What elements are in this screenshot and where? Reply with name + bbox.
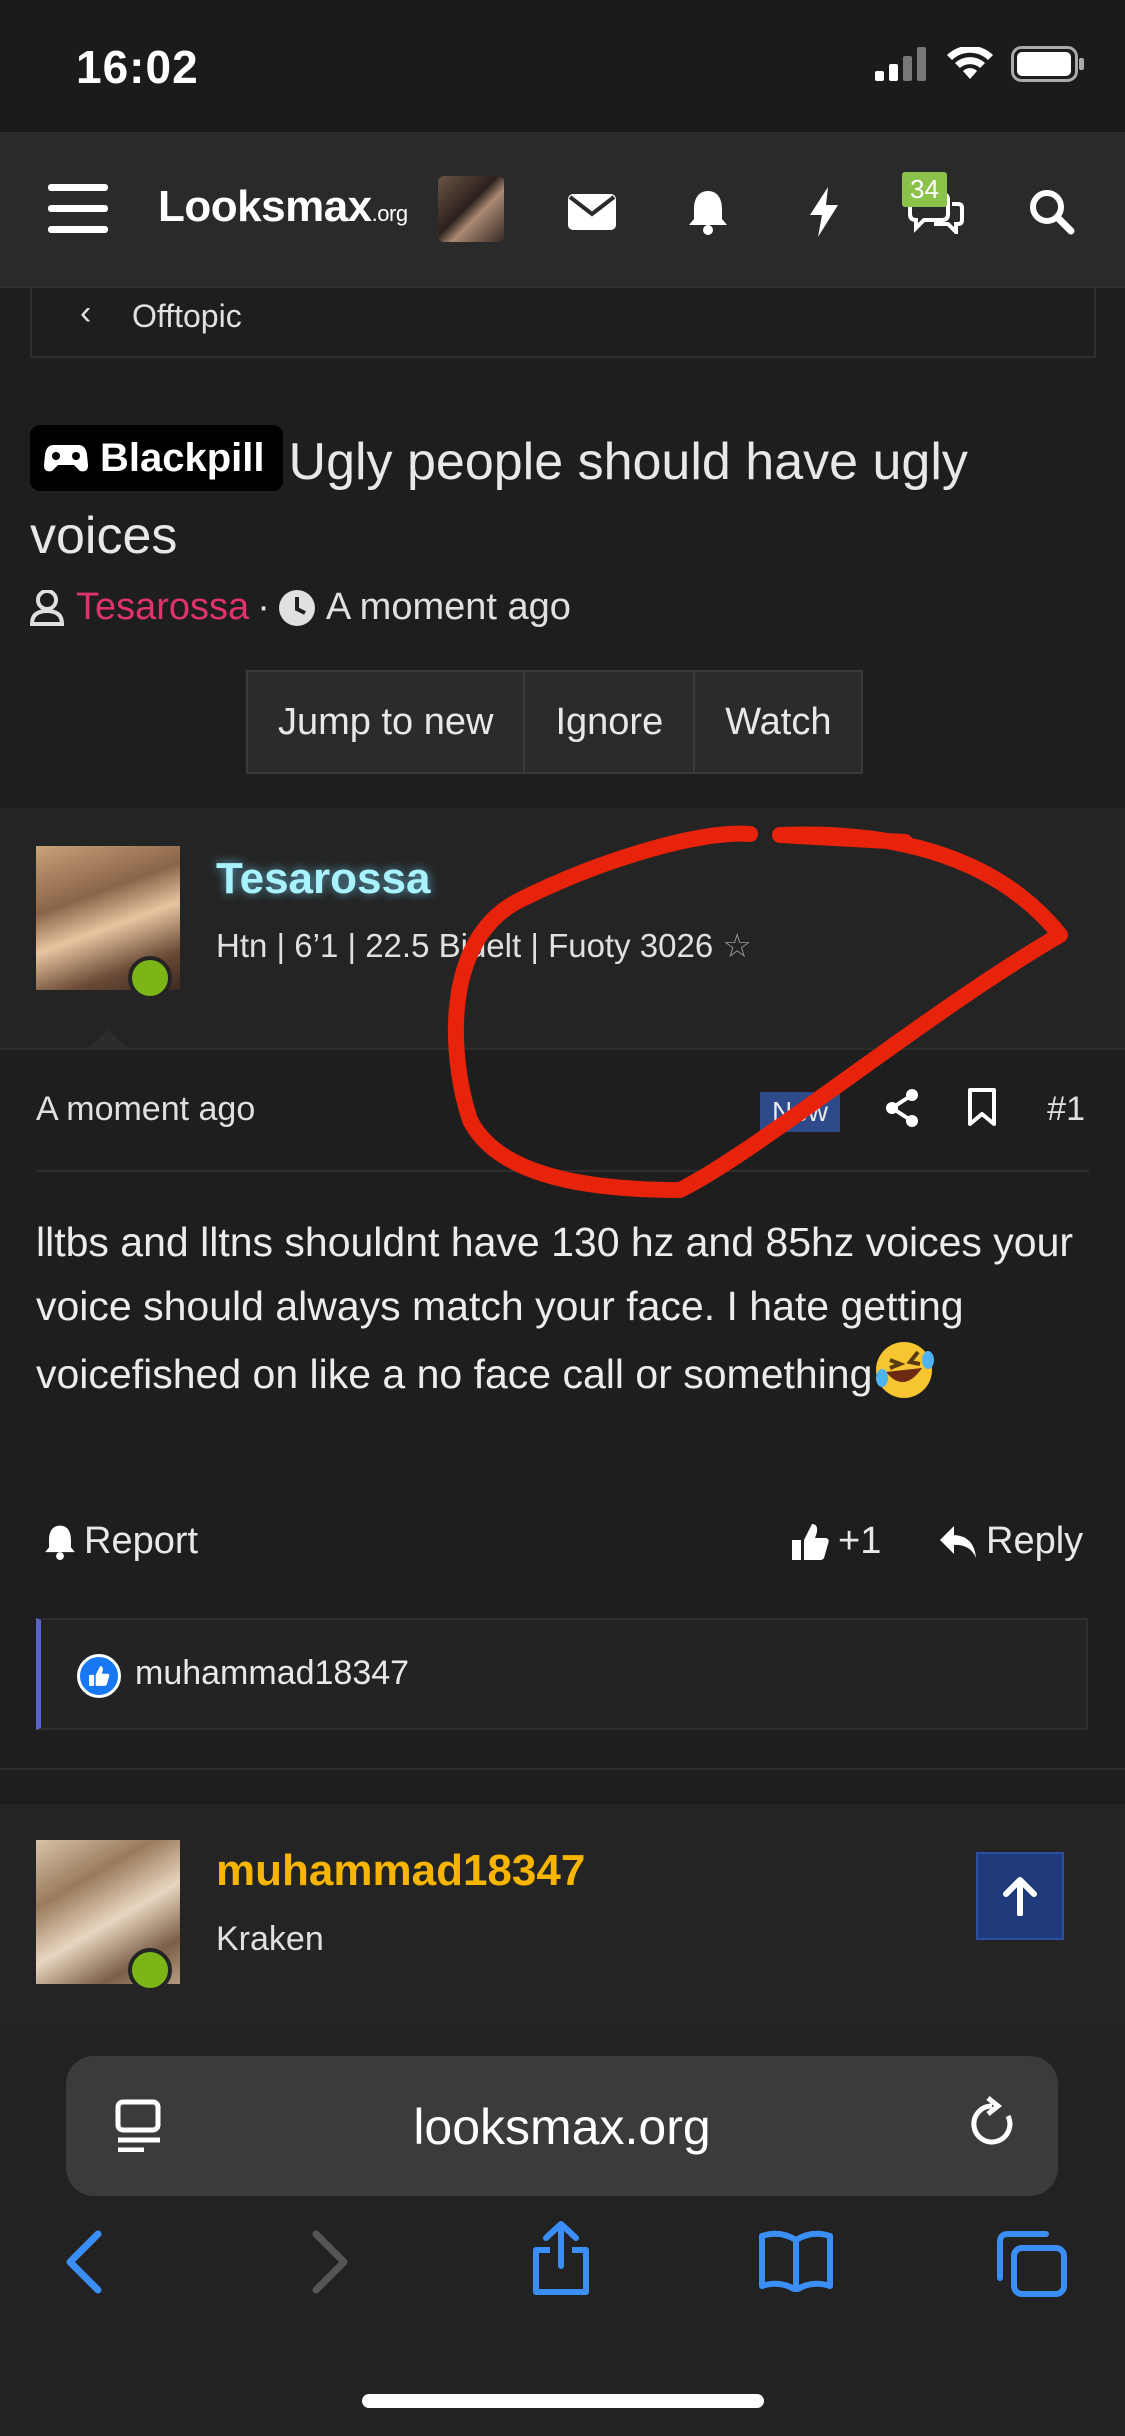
thread-author[interactable]: Tesarossa [76,586,249,629]
browser-toolbar [0,2221,1125,2330]
wifi-icon [947,47,993,79]
reply-button[interactable]: Reply [938,1520,1083,1563]
logo-suffix: .org [371,201,408,226]
jump-to-new-button[interactable]: Jump to new [246,670,526,774]
back-icon[interactable] [64,2230,104,2299]
post-username[interactable]: Tesarossa [216,854,430,904]
report-button[interactable]: Report [44,1520,198,1563]
breadcrumb[interactable]: ‹ Offtopic [30,288,1096,358]
browser-bottom-bar: looksmax.org [0,2030,1125,2436]
envelope-icon[interactable] [562,182,622,242]
post-time[interactable]: A moment ago [36,1090,255,1129]
bolt-icon[interactable] [794,182,854,242]
bookmarks-icon[interactable] [758,2230,834,2297]
meta-separator: · [257,586,270,628]
logo-main: Looksmax [158,182,372,231]
thumbs-up-icon [792,1523,829,1560]
thread-title-block: Blackpill Ugly people should have ugly v… [30,425,1090,573]
liker-username[interactable]: muhammad18347 [135,1654,409,1693]
battery-icon [1011,46,1084,82]
account-avatar[interactable] [438,176,504,242]
post-meta: A moment ago New #1 [0,1050,1125,1172]
post-meta-divider [36,1170,1089,1172]
thread-meta: Tesarossa · A moment ago [30,586,571,629]
signal-icon [875,47,926,81]
site-header: Looksmax.org 34 [0,132,1125,288]
tabs-icon[interactable] [996,2230,1068,2303]
like-reaction-icon [77,1654,121,1698]
scroll-to-top-button[interactable] [976,1852,1064,1940]
conversations-badge: 34 [902,172,947,207]
post2-user-block: muhammad18347 Kraken [0,1804,1125,2030]
gamepad-icon [44,445,88,472]
thread-time[interactable]: A moment ago [326,586,571,629]
rolling-laughing-emoji-icon [876,1342,935,1398]
online-indicator [128,1948,172,1992]
chevron-left-icon: ‹ [80,294,92,332]
divider [0,1768,1125,1770]
star-icon: ☆ [722,927,752,964]
post2-user-title: Kraken [216,1920,324,1958]
user-icon [30,589,64,626]
hamburger-icon[interactable] [48,184,108,234]
post-body: lltbs and lltns shouldnt have 130 hz and… [36,1210,1096,1406]
share-sheet-icon[interactable] [530,2220,592,2301]
reload-icon[interactable] [968,2096,1018,2157]
reaction-count: +1 [838,1520,882,1562]
site-logo[interactable]: Looksmax.org [158,182,408,232]
post-actions: Report +1 Reply [0,1510,1125,1590]
home-indicator[interactable] [362,2394,764,2408]
online-indicator [128,956,172,1000]
post-user-title: Htn | 6’1 | 22.5 Bidelt | Fuoty 3026 ☆ [216,926,752,965]
thread-prefix[interactable]: Blackpill [30,425,283,491]
ignore-button[interactable]: Ignore [523,670,696,774]
user-caret [88,1030,128,1048]
address-bar[interactable]: looksmax.org [66,2056,1058,2196]
post-number[interactable]: #1 [1047,1090,1085,1129]
report-label: Report [84,1520,199,1562]
arrow-up-icon [1003,1877,1037,1916]
post-user-block: Tesarossa Htn | 6’1 | 22.5 Bidelt | Fuot… [0,808,1125,1048]
clock-icon [278,589,315,626]
reply-label: Reply [986,1520,1084,1562]
prefix-label: Blackpill [100,436,265,480]
share-icon[interactable] [884,1088,920,1133]
bookmark-icon[interactable] [968,1088,996,1131]
user-title-text: Htn | 6’1 | 22.5 Bidelt | Fuoty 3026 [216,927,714,964]
search-icon[interactable] [1022,182,1082,242]
bell-icon[interactable] [678,182,738,242]
post2-username[interactable]: muhammad18347 [216,1846,585,1896]
reaction-list[interactable]: muhammad18347 [36,1618,1088,1730]
status-time: 16:02 [76,41,199,93]
watch-button[interactable]: Watch [693,670,864,774]
thread-button-group: Jump to new Ignore Watch [246,670,864,774]
like-button[interactable]: +1 [790,1520,881,1563]
thread-title: Blackpill Ugly people should have ugly v… [30,425,1090,573]
status-icons [875,46,1085,82]
bell-icon [45,1525,75,1560]
forward-icon[interactable] [310,2230,350,2299]
reply-icon [940,1525,976,1558]
status-bar: 16:02 [0,0,1125,132]
new-badge: New [760,1092,841,1132]
breadcrumb-label[interactable]: Offtopic [132,298,242,335]
url-text[interactable]: looksmax.org [66,2098,1058,2156]
